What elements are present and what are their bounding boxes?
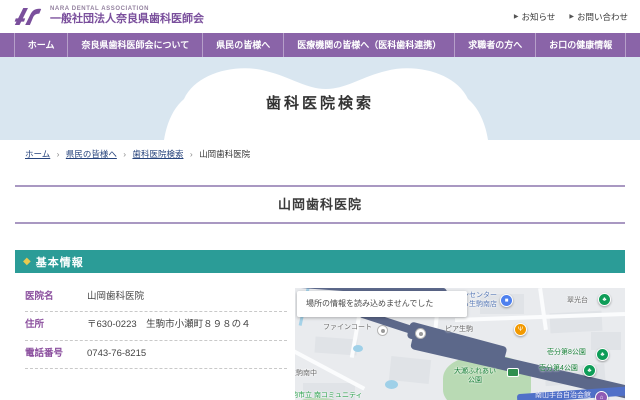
nav-item-oral-health[interactable]: お口の健康情報 bbox=[535, 33, 626, 57]
nav-item-about[interactable]: 奈良県歯科医師会について bbox=[67, 33, 202, 57]
main-nav: ホーム 奈良県歯科医師会について 県民の皆様へ 医療機関の皆様へ（医科歯科連携）… bbox=[0, 33, 640, 57]
arrow-icon: ▶ bbox=[514, 13, 519, 20]
basic-info-section-header: ◆ 基本情報 bbox=[15, 250, 625, 273]
page: NARA DENTAL ASSOCIATION 一般社団法人奈良県歯科医師会 ▶… bbox=[0, 0, 640, 400]
nav-item-home[interactable]: ホーム bbox=[14, 33, 68, 57]
basic-info-content: 医院名 山岡歯科医院 住所 〒630-0223 生駒市小瀬町８９８の４ 電話番号… bbox=[0, 273, 640, 400]
contact-link[interactable]: ▶ お問い合わせ bbox=[569, 11, 628, 23]
restaurant-marker-icon[interactable]: Ψ bbox=[514, 323, 527, 336]
arrow-icon: ▶ bbox=[569, 13, 574, 20]
news-link-label: お知らせ bbox=[522, 11, 556, 23]
map-label-community-center: 駒市立 南コミュニティ ンターせせらぎ bbox=[295, 392, 363, 400]
diamond-icon: ◆ bbox=[23, 256, 31, 267]
poi-marker-icon[interactable] bbox=[377, 325, 388, 336]
map-label-ichibu-park8: 壱分第8公園 bbox=[547, 349, 586, 358]
clinic-name-heading: 山岡歯科医院 bbox=[15, 194, 625, 213]
news-link[interactable]: ▶ お知らせ bbox=[514, 11, 555, 23]
breadcrumb-clinic-search[interactable]: 歯科医院検索 bbox=[132, 149, 183, 159]
google-map-embed[interactable]: ションセンター まむら生駒南店 翠光台 ファインコート ピア生駒 壱分第8公園 … bbox=[295, 288, 625, 400]
clinic-name-label: 医院名 bbox=[25, 291, 87, 302]
map-error-message: 場所の情報を読み込めませんでした bbox=[297, 291, 467, 317]
map-label-suikodai: 翠光台 bbox=[567, 297, 588, 306]
breadcrumb-separator: › bbox=[190, 149, 193, 159]
map-pond bbox=[353, 345, 363, 352]
brand-text: NARA DENTAL ASSOCIATION 一般社団法人奈良県歯科医師会 bbox=[50, 6, 204, 27]
map-road bbox=[538, 288, 548, 330]
phone-label: 電話番号 bbox=[25, 348, 87, 359]
header-links: ▶ お知らせ ▶ お問い合わせ bbox=[514, 11, 628, 23]
park-marker-icon[interactable]: ♣ bbox=[596, 348, 609, 361]
address-value: 〒630-0223 生駒市小瀬町８９８の４ bbox=[87, 319, 251, 330]
map-label-minamiyamate: 南山手台自治会館 bbox=[535, 392, 591, 400]
map-label-ose-fureai-park: 大瀬ふれあい 公園 bbox=[447, 368, 503, 386]
breadcrumb: ホーム › 県民の皆様へ › 歯科医院検索 › 山岡歯科医院 bbox=[25, 148, 640, 160]
phone-value: 0743-76-8215 bbox=[87, 348, 146, 359]
breadcrumb-separator: › bbox=[57, 149, 60, 159]
clinic-title-block: 山岡歯科医院 bbox=[15, 185, 625, 224]
nav-item-medical[interactable]: 医療機関の皆様へ（医科歯科連携） bbox=[283, 33, 454, 57]
breadcrumb-residents[interactable]: 県民の皆様へ bbox=[66, 149, 117, 159]
map-pond bbox=[385, 380, 398, 389]
map-label-ikoma-minami-jhs: 生駒南中 bbox=[295, 370, 317, 379]
map-label-fine-court: ファインコート bbox=[323, 324, 372, 333]
table-row: 住所 〒630-0223 生駒市小瀬町８９８の４ bbox=[25, 312, 287, 340]
clinic-name-value: 山岡歯科医院 bbox=[87, 291, 144, 302]
breadcrumb-separator: › bbox=[123, 149, 126, 159]
poi-marker-icon[interactable] bbox=[415, 328, 426, 339]
table-row: 電話番号 0743-76-8215 bbox=[25, 341, 287, 369]
map-label-pia-ikoma: ピア生駒 bbox=[445, 326, 473, 335]
site-logo[interactable]: NARA DENTAL ASSOCIATION 一般社団法人奈良県歯科医師会 bbox=[12, 6, 204, 27]
address-label: 住所 bbox=[25, 319, 87, 330]
site-header: NARA DENTAL ASSOCIATION 一般社団法人奈良県歯科医師会 ▶… bbox=[0, 0, 640, 33]
route-shield-icon bbox=[507, 368, 519, 377]
contact-link-label: お問い合わせ bbox=[577, 11, 628, 23]
nav-item-residents[interactable]: 県民の皆様へ bbox=[202, 33, 283, 57]
hero-banner: 歯科医院検索 bbox=[0, 57, 640, 140]
community-marker-icon[interactable]: ⌂ bbox=[595, 391, 608, 400]
park-marker-icon[interactable]: ♣ bbox=[598, 293, 611, 306]
page-title: 歯科医院検索 bbox=[0, 92, 640, 113]
breadcrumb-home[interactable]: ホーム bbox=[25, 149, 50, 159]
table-row: 医院名 山岡歯科医院 bbox=[25, 284, 287, 312]
info-table: 医院名 山岡歯科医院 住所 〒630-0223 生駒市小瀬町８９８の４ 電話番号… bbox=[25, 284, 287, 369]
map-block bbox=[591, 332, 621, 350]
brand-name-ja: 一般社団法人奈良県歯科医師会 bbox=[50, 13, 204, 27]
park-marker-icon[interactable]: ♣ bbox=[583, 364, 596, 377]
shopping-marker-icon[interactable]: ■ bbox=[500, 294, 513, 307]
nav-item-jobseekers[interactable]: 求職者の方へ bbox=[454, 33, 535, 57]
section-title: 基本情報 bbox=[36, 254, 84, 270]
map-label-ichibu-park4: 壱分第4公園 bbox=[539, 365, 578, 374]
logo-icon bbox=[12, 6, 44, 27]
breadcrumb-current: 山岡歯科医院 bbox=[199, 149, 250, 159]
